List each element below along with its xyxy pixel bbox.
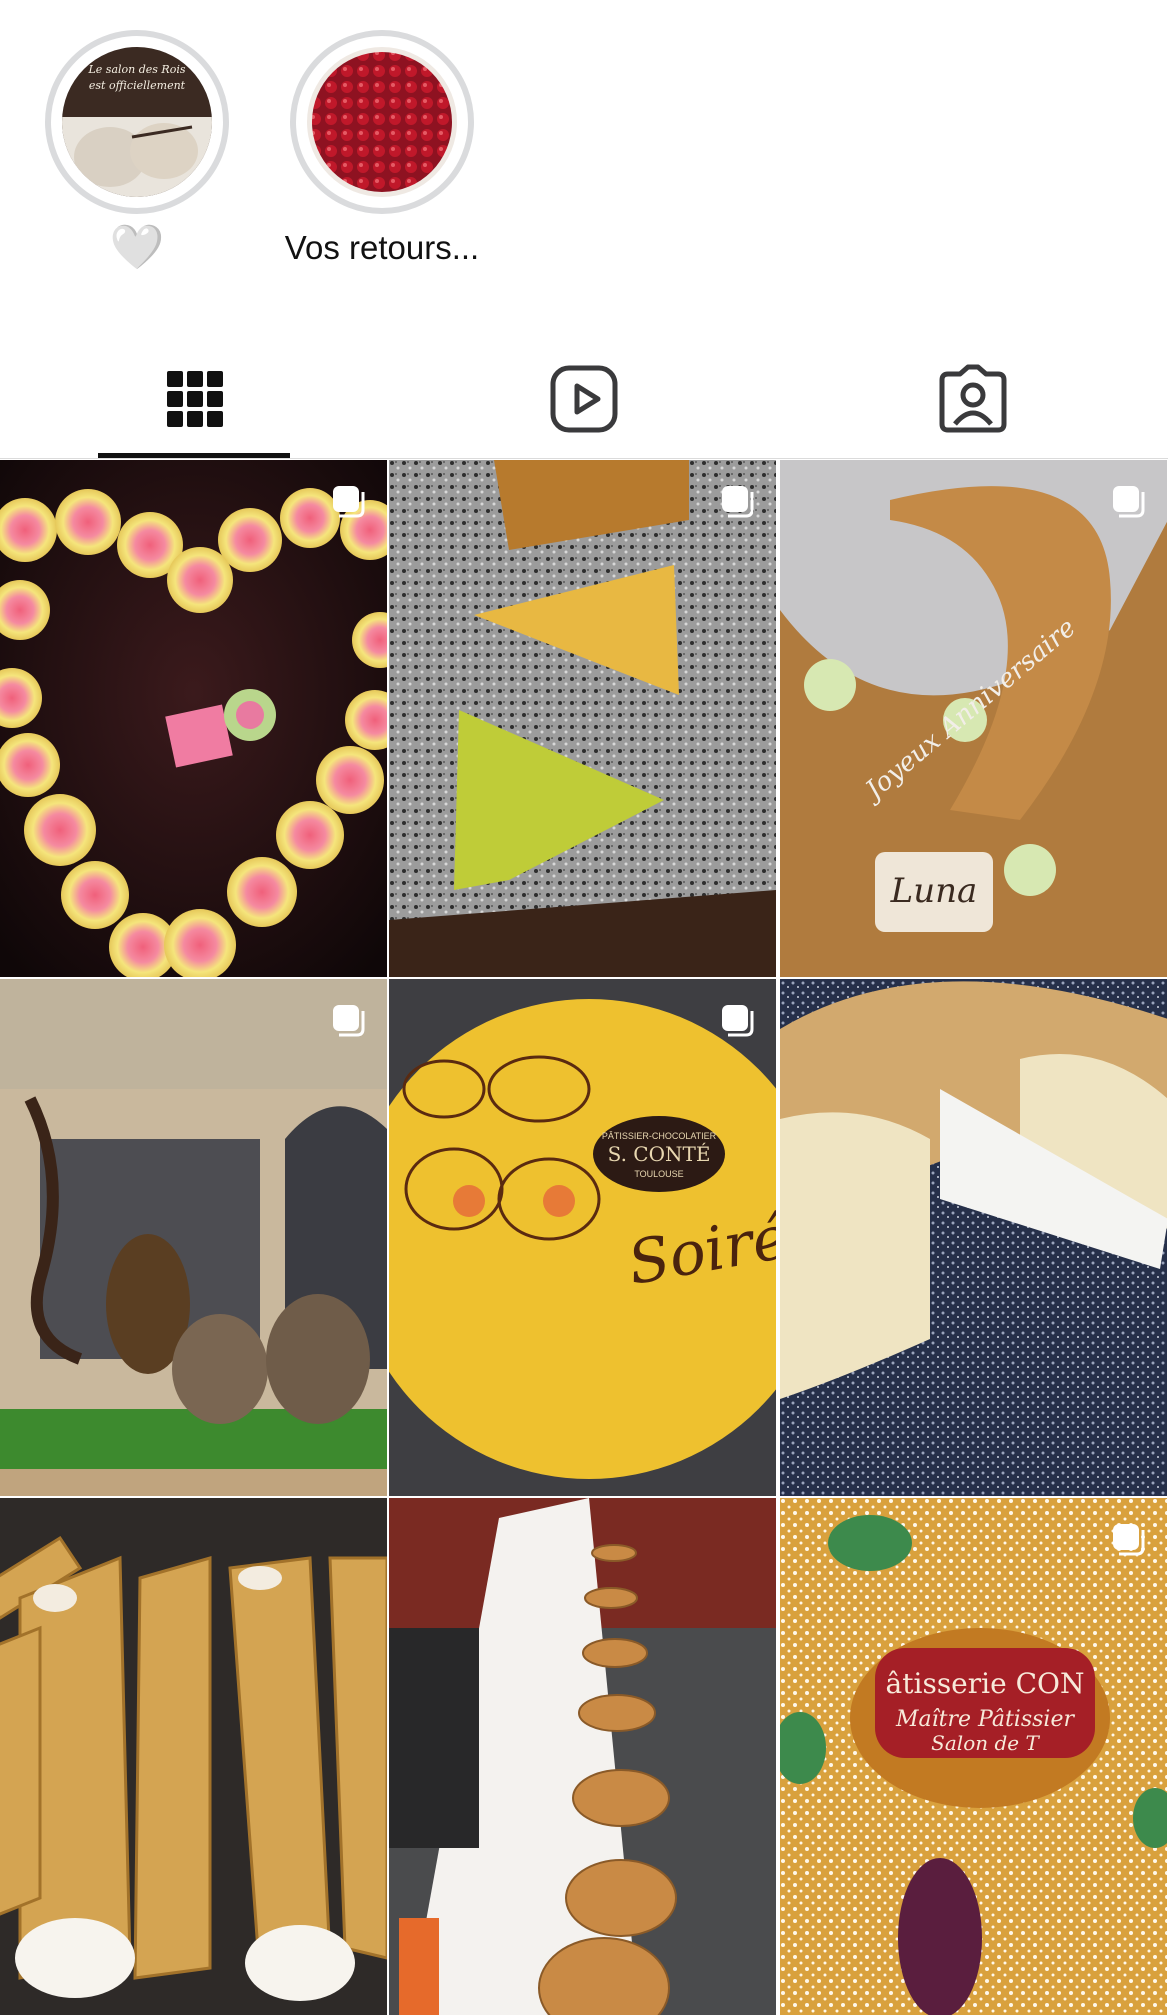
post-thumbnail[interactable]: âtisserie CON Maître Pâtissier Salon de … [780,1498,1167,2015]
post-text-conte-city: TOULOUSE [634,1169,683,1179]
post-text-brioche-2: Maître Pâtissier [895,1707,1075,1732]
tab-reels[interactable] [389,340,778,458]
post-thumbnail[interactable]: Luna Joyeux Anniversaire [780,460,1167,977]
post-thumbnail[interactable]: PÂTISSIER-CHOCOLATIER S. CONTÉ TOULOUSE … [389,979,776,1496]
post-text-conte-name: S. CONTÉ [608,1142,711,1166]
multiple-images-icon [333,1005,365,1037]
multiple-images-icon [1113,486,1145,518]
post-text-brioche-1: âtisserie CON [886,1667,1085,1700]
highlight-item-heart[interactable]: Le salon des Rois est officiellement 🤍 [37,30,237,272]
grid-icon [166,371,223,427]
post-text-brioche-3: Salon de T [931,1731,1040,1755]
post-thumbnail[interactable] [0,460,387,977]
post-text-conte-top: PÂTISSIER-CHOCOLATIER [602,1131,717,1141]
highlight-item-vos-retours[interactable]: Vos retours... [282,30,482,268]
story-highlights: Le salon des Rois est officiellement 🤍 V… [0,0,1168,330]
tab-tagged[interactable] [778,340,1167,458]
tagged-icon [939,364,1006,433]
svg-text:est officiellement: est officiellement [89,79,186,92]
multiple-images-icon [1113,1524,1145,1556]
highlight-label: Vos retours... [284,229,480,266]
post-thumbnail[interactable] [389,460,776,977]
post-thumbnail[interactable] [780,979,1167,1496]
highlight-thumbnail [307,47,457,197]
highlight-ring: Le salon des Rois est officiellement [45,30,229,214]
post-thumbnail[interactable] [0,1498,387,2015]
svg-text:Le salon des Rois: Le salon des Rois [88,63,186,76]
multiple-images-icon [722,1005,754,1037]
highlight-ring [290,30,474,214]
multiple-images-icon [722,486,754,518]
multiple-images-icon [333,486,365,518]
post-text-luna: Luna [890,871,978,911]
post-thumbnail[interactable] [389,1498,776,2015]
heart-icon: 🤍 [109,223,165,272]
profile-tabs [0,340,1168,459]
tab-posts-grid[interactable] [0,340,389,458]
reels-icon [550,365,617,433]
post-thumbnail[interactable] [0,979,387,1496]
highlight-thumbnail: Le salon des Rois est officiellement [62,47,212,197]
